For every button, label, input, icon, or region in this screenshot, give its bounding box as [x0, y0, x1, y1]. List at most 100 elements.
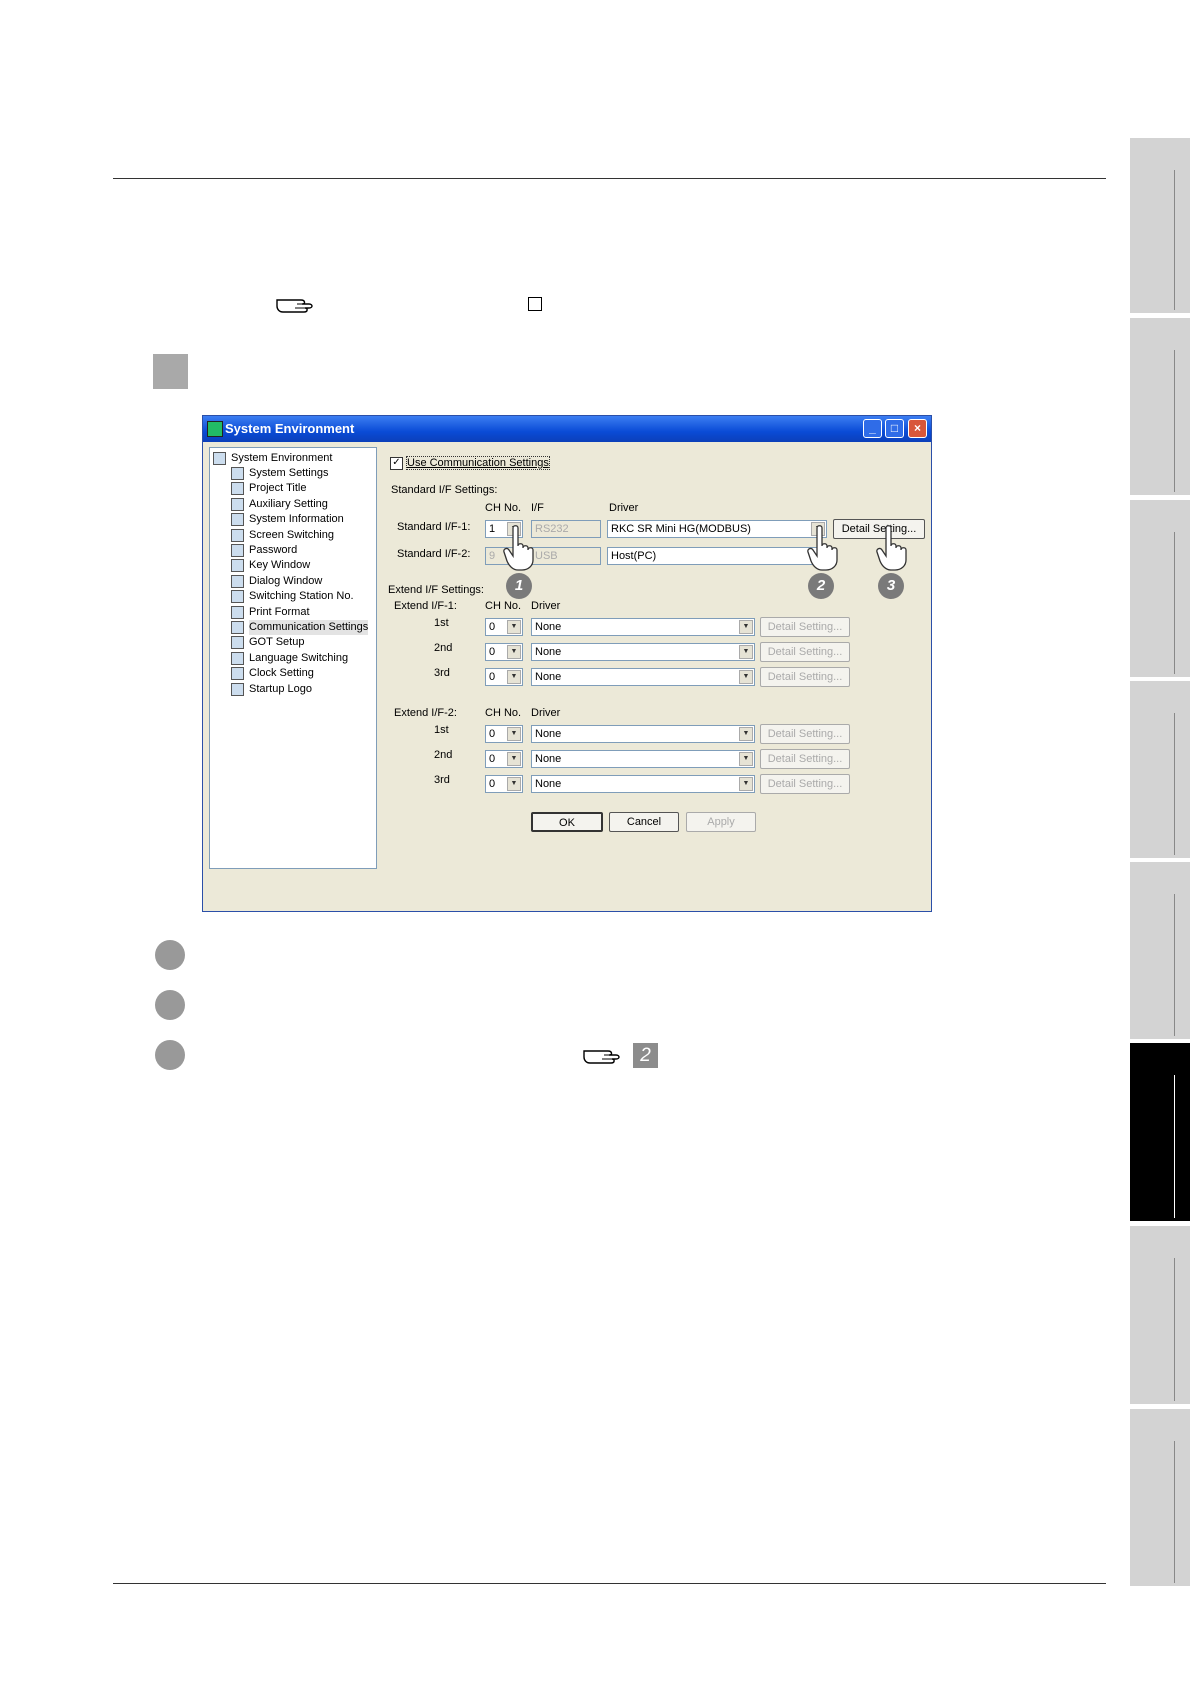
- ext1-ch-header: CH No.: [485, 600, 522, 612]
- app-icon: [207, 421, 223, 437]
- ext2-2nd-driver[interactable]: None ▼: [531, 750, 755, 768]
- side-tab-7: [1130, 1226, 1190, 1404]
- side-tab-6-active: [1130, 1043, 1190, 1221]
- ext1-3rd-ch[interactable]: 0 ▼: [485, 668, 523, 686]
- apply-button[interactable]: Apply: [686, 812, 756, 832]
- extend-settings-title: Extend I/F Settings:: [388, 584, 484, 596]
- ext1-1st-driver[interactable]: None ▼: [531, 618, 755, 636]
- side-tab-4: [1130, 681, 1190, 858]
- std2-label: Standard I/F-2:: [397, 548, 471, 560]
- reference-hand-icon-2: [583, 1050, 620, 1064]
- side-tab-3: [1130, 500, 1190, 677]
- ext1-driver-header: Driver: [531, 600, 561, 612]
- ext1-3rd-driver[interactable]: None ▼: [531, 668, 755, 686]
- settings-icon: [213, 452, 226, 465]
- std1-label: Standard I/F-1:: [397, 521, 471, 533]
- reference-number: 2: [633, 1043, 658, 1068]
- ext2-row-2nd: 2nd: [434, 749, 453, 761]
- chevron-down-icon: ▼: [507, 645, 521, 659]
- step-bullet-3: [155, 1040, 185, 1070]
- header-driver: Driver: [609, 502, 639, 514]
- chevron-down-icon: ▼: [739, 645, 753, 659]
- std1-driver-select[interactable]: RKC SR Mini HG(MODBUS)▼: [607, 520, 827, 538]
- ext1-row-2nd: 2nd: [434, 642, 453, 654]
- close-button[interactable]: ×: [908, 419, 927, 438]
- ext2-1st-driver[interactable]: None ▼: [531, 725, 755, 743]
- step-bullet-2: [155, 990, 185, 1020]
- chevron-down-icon: ▼: [507, 670, 521, 684]
- pointer-hand-icon-3: [876, 525, 907, 571]
- step-bullet-1: [155, 940, 185, 970]
- ext1-1st-detail[interactable]: Detail Setting...: [760, 617, 850, 637]
- chevron-down-icon: ▼: [507, 727, 521, 741]
- system-environment-dialog: System Environment _ □ × System Environm…: [202, 415, 932, 912]
- plus-icon: [231, 498, 244, 511]
- ext2-3rd-driver[interactable]: None ▼: [531, 775, 755, 793]
- settings-tree[interactable]: System Environment System Settings Proje…: [209, 447, 377, 869]
- ext2-3rd-detail[interactable]: Detail Setting...: [760, 774, 850, 794]
- ext1-2nd-driver[interactable]: None ▼: [531, 643, 755, 661]
- chevron-down-icon: ▼: [507, 777, 521, 791]
- minimize-button[interactable]: _: [863, 419, 882, 438]
- warning-icon: [231, 575, 244, 588]
- ext1-label: Extend I/F-1:: [394, 600, 457, 612]
- callout-1: 1: [506, 573, 532, 599]
- chevron-down-icon: ▼: [739, 777, 753, 791]
- standard-settings-title: Standard I/F Settings:: [391, 484, 498, 496]
- ext1-1st-ch[interactable]: 0 ▼: [485, 618, 523, 636]
- ext2-2nd-ch[interactable]: 0 ▼: [485, 750, 523, 768]
- info-icon: [231, 513, 244, 526]
- ext1-row-1st: 1st: [434, 617, 449, 629]
- dialog-titlebar: System Environment _ □ ×: [203, 416, 931, 442]
- bottom-rule: [113, 1583, 1106, 1584]
- dialog-title: System Environment: [225, 421, 355, 436]
- title-icon: [231, 482, 244, 495]
- ext2-ch-header: CH No.: [485, 707, 522, 719]
- chevron-down-icon: ▼: [739, 670, 753, 684]
- side-tab-2: [1130, 318, 1190, 495]
- std2-driver-field[interactable]: Host(PC): [607, 547, 827, 565]
- reference-box-icon: [528, 297, 542, 311]
- cancel-button[interactable]: Cancel: [609, 812, 679, 832]
- ext1-3rd-detail[interactable]: Detail Setting...: [760, 667, 850, 687]
- logo-icon: [231, 683, 244, 696]
- ext1-2nd-detail[interactable]: Detail Setting...: [760, 642, 850, 662]
- ok-button[interactable]: OK: [531, 812, 603, 832]
- ext2-2nd-detail[interactable]: Detail Setting...: [760, 749, 850, 769]
- use-comm-label: Use Communication Settings: [406, 456, 550, 470]
- ext2-label: Extend I/F-2:: [394, 707, 457, 719]
- system-icon: [231, 467, 244, 480]
- header-if: I/F: [531, 502, 544, 514]
- station-icon: [231, 590, 244, 603]
- callout-2: 2: [808, 573, 834, 599]
- ext2-1st-ch[interactable]: 0 ▼: [485, 725, 523, 743]
- header-ch-no: CH No.: [485, 502, 522, 514]
- step-square: [153, 354, 188, 389]
- clock-icon: [231, 667, 244, 680]
- pointer-hand-icon-1: [503, 525, 534, 571]
- side-tab-8: [1130, 1409, 1190, 1586]
- ext2-row-1st: 1st: [434, 724, 449, 736]
- plug-icon: [231, 621, 244, 634]
- keyboard-icon: [231, 559, 244, 572]
- chevron-down-icon: ▼: [739, 752, 753, 766]
- ext2-1st-detail[interactable]: Detail Setting...: [760, 724, 850, 744]
- ext1-2nd-ch[interactable]: 0 ▼: [485, 643, 523, 661]
- ext1-row-3rd: 3rd: [434, 667, 450, 679]
- lock-icon: [231, 544, 244, 557]
- screen-icon: [231, 529, 244, 542]
- ext2-3rd-ch[interactable]: 0 ▼: [485, 775, 523, 793]
- ext2-driver-header: Driver: [531, 707, 561, 719]
- reference-hand-icon: [276, 299, 313, 313]
- chevron-down-icon: ▼: [507, 620, 521, 634]
- top-rule: [113, 178, 1106, 179]
- language-icon: [231, 652, 244, 665]
- use-comm-checkbox[interactable]: ✓: [390, 457, 403, 470]
- chevron-down-icon: ▼: [739, 620, 753, 634]
- std2-if-field: USB: [531, 547, 601, 565]
- maximize-button[interactable]: □: [885, 419, 904, 438]
- chevron-down-icon: ▼: [507, 752, 521, 766]
- side-tab-1: [1130, 138, 1190, 313]
- pointer-hand-icon-2: [807, 525, 838, 571]
- chevron-down-icon: ▼: [739, 727, 753, 741]
